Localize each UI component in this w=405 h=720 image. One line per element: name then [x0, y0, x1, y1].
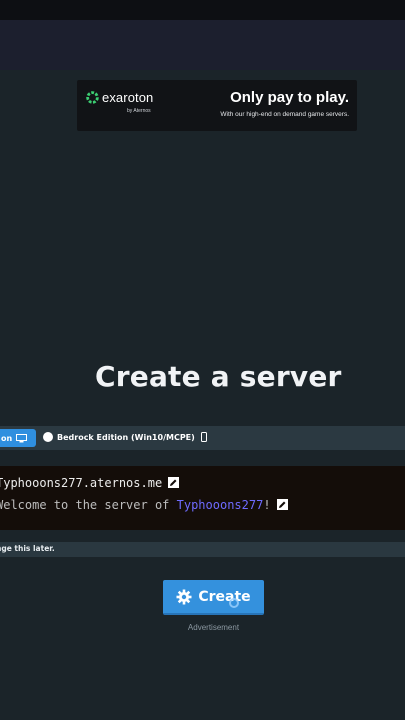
touch-indicator [229, 598, 239, 608]
ad-subtext: With our high-end on demand game servers… [220, 111, 349, 118]
hint-text: nge this later. [0, 544, 55, 553]
bedrock-edition-label: Bedrock Edition (Win10/MCPE) [57, 432, 195, 442]
create-button-label: Create [198, 588, 251, 605]
top-strip [0, 0, 405, 20]
create-server-button[interactable]: Create [163, 580, 264, 615]
bedrock-edition-option[interactable]: Bedrock Edition (Win10/MCPE) [43, 432, 207, 442]
advertisement-caption: Advertisement [187, 623, 240, 632]
ad-headline: Only pay to play. [230, 89, 349, 106]
ad-brand: exaroton [102, 90, 154, 105]
hint-bar: nge this later. [0, 542, 405, 557]
ad-brand-sub: by Aternos [127, 108, 151, 114]
motd-suffix: ! [263, 498, 271, 512]
server-preview: Typhooons277.aternos.me Welcome to the s… [0, 466, 405, 530]
motd-prefix: Welcome to the server of [0, 498, 177, 512]
java-edition-label: on [1, 433, 13, 443]
server-address: Typhooons277.aternos.me [0, 476, 163, 490]
gear-icon [176, 589, 192, 604]
server-address-line: Typhooons277.aternos.me [0, 476, 180, 490]
edition-selector: on Bedrock Edition (Win10/MCPE) [0, 426, 405, 450]
page-title: Create a server [95, 360, 342, 393]
desktop-icon [16, 433, 28, 442]
ad-logo: exaroton [85, 90, 153, 105]
bedrock-radio[interactable] [43, 432, 53, 442]
motd-server-name: Typhooons277 [176, 498, 264, 512]
edit-address-icon[interactable] [168, 477, 180, 488]
ad-banner[interactable]: exaroton by Aternos Only pay to play. Wi… [77, 80, 357, 131]
phone-icon [200, 432, 207, 442]
exaroton-logo-icon [86, 91, 99, 104]
edit-motd-icon[interactable] [276, 499, 288, 510]
java-edition-tab[interactable]: on [0, 429, 36, 447]
motd-line: Welcome to the server of Typhooons277! [0, 498, 288, 512]
navigation-bar [0, 20, 405, 70]
